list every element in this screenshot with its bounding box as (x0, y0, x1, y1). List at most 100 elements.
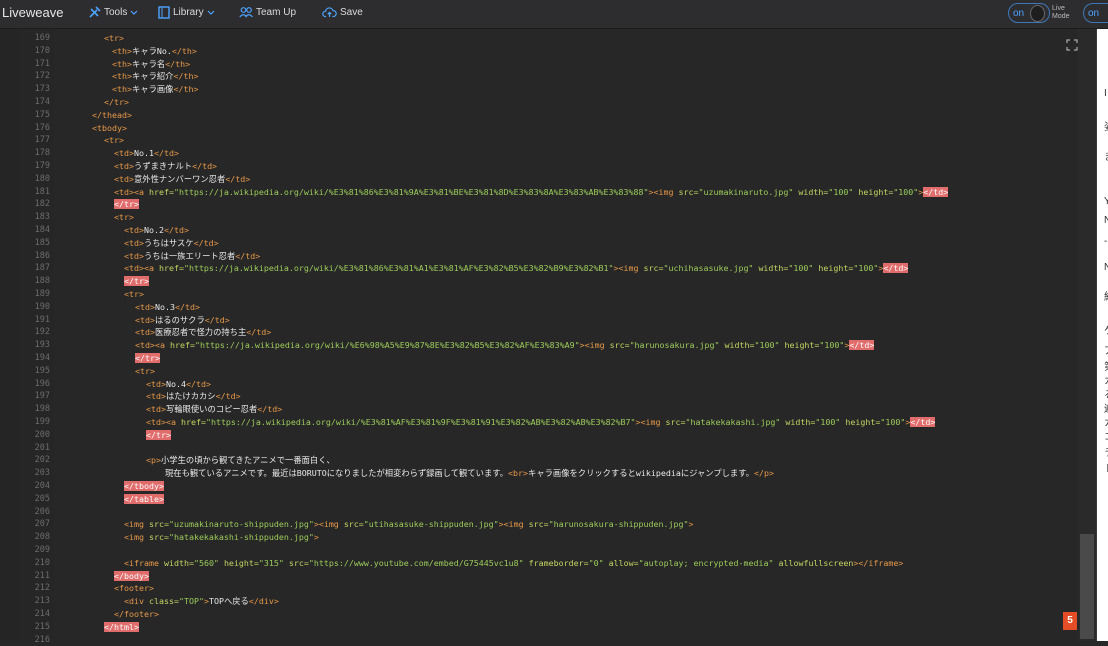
code-token: </td> (204, 314, 230, 325)
app-title: Liveweave (2, 5, 64, 20)
code-token: キャラ画像をクリックするとwikipediaにジャンプします。 (528, 468, 754, 479)
code-token: "https://ja.wikipedia.org/wiki/%E6%98%A5… (194, 340, 580, 351)
line-number: 191 (34, 314, 50, 325)
code-token: ></iframe> (853, 557, 904, 568)
second-toggle[interactable]: on (1083, 3, 1108, 23)
tools-menu-button[interactable]: Tools (88, 6, 138, 19)
team-up-button[interactable]: Team Up (239, 6, 296, 18)
code-line: </body> (114, 570, 149, 583)
code-line: <td>はたけカカシ</td> (146, 390, 241, 403)
code-token: <th> (112, 45, 132, 56)
code-token: </td> (883, 263, 909, 274)
preview-text: カ (1104, 414, 1108, 429)
code-line: <tbody> (92, 122, 127, 135)
code-line: <td>医療忍者で怪力の持ち主</td> (135, 326, 271, 339)
code-line: <td>うちは一族エリート忍者</td> (124, 250, 260, 263)
code-token: src= (609, 340, 630, 351)
code-token: "hatakekakashi.jpg" (685, 417, 786, 427)
code-token: ><img (579, 340, 610, 351)
line-number: 213 (34, 596, 50, 607)
code-token: </td> (910, 417, 936, 427)
line-number: 184 (34, 225, 50, 235)
preview-text: 遍 (1104, 400, 1108, 415)
live-mode-toggle[interactable]: on (1008, 3, 1050, 23)
code-token: <div (124, 596, 149, 607)
line-number: 197 (34, 391, 50, 402)
code-line: <th>キャラ画像</th> (112, 83, 198, 96)
code-token: > (313, 532, 319, 543)
line-number: 203 (34, 468, 50, 479)
left-side-strip (0, 29, 18, 641)
line-number: 169 (34, 33, 50, 43)
code-token: </td> (923, 186, 949, 197)
code-line: <tr> (124, 288, 144, 301)
save-button[interactable]: Save (322, 6, 363, 18)
line-number: 209 (34, 545, 50, 555)
code-line: <div class="TOP">TOPへ戻る</div> (124, 595, 279, 608)
code-token: <td> (114, 173, 134, 184)
code-token: No.1 (133, 148, 154, 159)
code-token: <th> (112, 84, 132, 95)
library-label: Library (173, 7, 204, 18)
library-icon (158, 6, 170, 19)
code-token: <td> (135, 314, 155, 325)
line-number: 180 (34, 173, 50, 184)
toggle-state-label: on (1088, 7, 1100, 19)
code-line: </tr> (114, 198, 139, 211)
code-token: No.2 (143, 225, 164, 235)
preview-text: ア (1104, 342, 1108, 357)
code-line: <td>意外性ナンバーワン忍者</td> (114, 173, 250, 186)
code-token: "100" (893, 186, 919, 197)
code-token: "https://ja.wikipedia.org/wiki/%E3%81%86… (183, 263, 614, 274)
code-line: <th>キャラNo.</th> (112, 45, 197, 58)
code-token: </table> (124, 493, 164, 504)
code-token: <td> (135, 327, 155, 338)
code-token: ><img (613, 263, 644, 274)
code-token: "harunosakura.jpg" (629, 340, 725, 351)
code-token: height= (818, 263, 854, 274)
preview-text: ト (1104, 460, 1108, 475)
code-token: "autoplay; encrypted-media" (638, 557, 779, 568)
code-token: ><img (648, 186, 679, 197)
library-menu-button[interactable]: Library (158, 6, 215, 19)
line-number: 172 (34, 71, 50, 82)
code-token: うちはサスケ (143, 237, 194, 248)
code-token: ><img (313, 519, 344, 530)
code-token: </td> (153, 148, 179, 159)
code-line: <td>No.4</td> (146, 378, 211, 391)
preview-text: N (1104, 215, 1108, 226)
code-token: No.4 (165, 378, 186, 389)
preview-text: ケ (1104, 322, 1108, 337)
code-token: <footer> (114, 583, 154, 594)
code-token: "315" (258, 557, 289, 568)
code-token: 小学生の頃から観てきたアニメで一番面白く、 (161, 455, 335, 466)
html5-badge-icon: 5 (1063, 612, 1077, 630)
line-number: 192 (34, 327, 50, 338)
code-line: <td>No.1</td> (114, 147, 179, 160)
code-token: <td> (124, 237, 144, 248)
line-number: 171 (34, 58, 50, 69)
code-line: <td>はるのサクラ</td> (135, 314, 230, 327)
code-token: width= (163, 557, 194, 568)
code-token: <td> (124, 225, 144, 235)
code-token: </td> (185, 378, 211, 389)
editor-scrollbar[interactable] (1078, 29, 1096, 641)
code-token: </td> (193, 237, 219, 248)
code-line: <td>写輪眼使いのコピー忍者</td> (146, 403, 282, 416)
code-token: width= (798, 186, 829, 197)
code-line: <img src="uzumakinaruto-shippuden.jpg"><… (124, 518, 694, 531)
code-line: </thead> (92, 109, 132, 122)
code-token: TOPへ戻る (208, 596, 249, 607)
code-token: "https://www.youtube.com/embed/G75445vc1… (308, 557, 529, 568)
code-token: <img (124, 532, 149, 543)
line-number: 199 (34, 417, 50, 427)
scrollbar-thumb[interactable] (1080, 534, 1094, 639)
code-token: <p> (146, 455, 161, 466)
code-token: "uzumakinaruto.jpg" (698, 186, 799, 197)
line-number: 206 (34, 506, 50, 517)
line-number: 183 (34, 212, 50, 223)
code-token: 現在も観ているアニメです。最近はBORUTOになりましたが相変わらず録画して観て… (155, 468, 509, 479)
code-token: "hatakekakashi-shippuden.jpg" (168, 532, 314, 543)
expand-icon[interactable] (1066, 36, 1078, 51)
cloud-upload-icon (322, 6, 337, 18)
